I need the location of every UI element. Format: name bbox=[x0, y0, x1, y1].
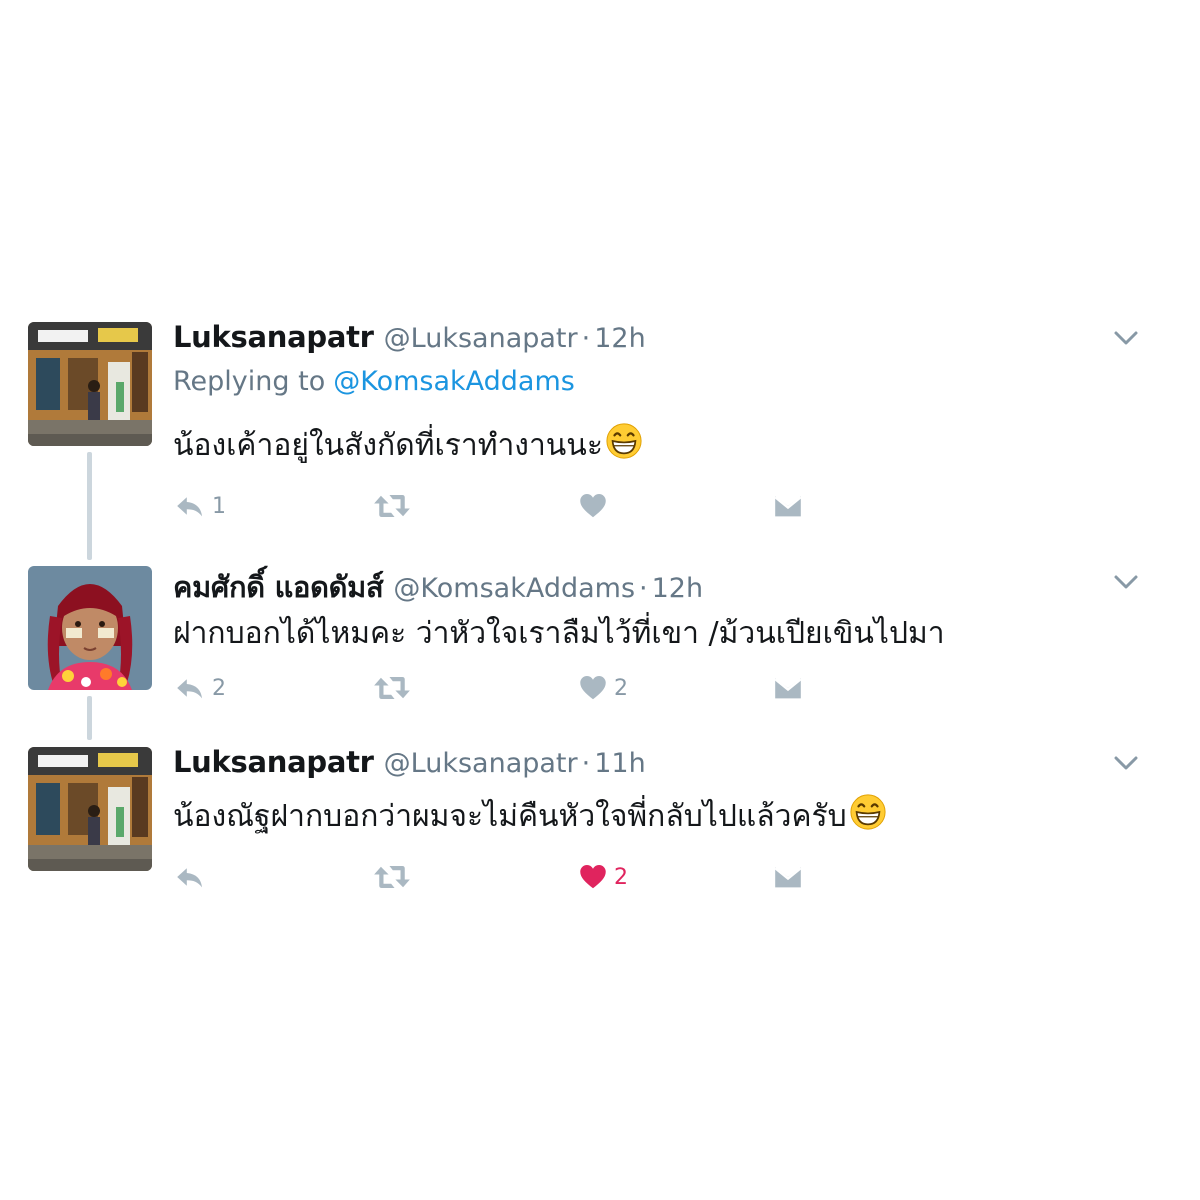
separator: · bbox=[581, 323, 591, 354]
avatar[interactable] bbox=[28, 747, 152, 871]
reply-icon bbox=[174, 490, 206, 522]
display-name[interactable]: Luksanapatr bbox=[173, 745, 374, 779]
reply-count: 1 bbox=[212, 493, 226, 519]
tweet-actions: 1 bbox=[0, 486, 1200, 526]
separator: · bbox=[581, 748, 591, 779]
tweet-text-content: น้องเค้าอยู่ในสังกัดที่เราทำงานนะ bbox=[173, 428, 603, 463]
separator: · bbox=[639, 573, 648, 604]
chevron-down-icon[interactable] bbox=[1112, 324, 1140, 352]
username[interactable]: @Luksanapatr bbox=[384, 748, 578, 779]
direct-message-icon bbox=[772, 672, 804, 704]
reply-button[interactable]: 1 bbox=[174, 486, 226, 526]
like-count: 2 bbox=[614, 864, 628, 890]
tweet-text: น้องเค้าอยู่ในสังกัดที่เราทำงานนะ bbox=[173, 422, 643, 469]
direct-message-button[interactable] bbox=[772, 668, 804, 708]
replying-to-label: Replying to bbox=[173, 366, 326, 397]
reply-icon bbox=[174, 672, 206, 704]
avatar-storefront-image bbox=[28, 322, 152, 446]
timestamp[interactable]: 11h bbox=[594, 748, 645, 779]
direct-message-icon bbox=[772, 490, 804, 522]
tweet-text-content: ฝากบอกได้ไหมคะ ว่าหัวใจเราลืมไว้ที่เขา /… bbox=[173, 616, 945, 651]
tweet-text: น้องณัฐฝากบอกว่าผมจะไม่คืนหัวใจพี่กลับไป… bbox=[173, 793, 887, 840]
conversation-thread: Luksanapatr @Luksanapatr · 12h Replying … bbox=[0, 0, 1200, 1200]
grinning-face-icon bbox=[849, 793, 887, 831]
tweet-actions: 2 bbox=[0, 857, 1200, 897]
tweet-header: Luksanapatr @Luksanapatr · 12h bbox=[173, 320, 646, 356]
like-count: 2 bbox=[614, 675, 628, 701]
like-button[interactable]: 2 bbox=[578, 668, 628, 708]
retweet-icon bbox=[372, 860, 412, 894]
display-name[interactable]: Luksanapatr bbox=[173, 320, 374, 354]
reply-button[interactable] bbox=[174, 857, 212, 897]
tweet-text-content: น้องณัฐฝากบอกว่าผมจะไม่คืนหัวใจพี่กลับไป… bbox=[173, 799, 847, 834]
reply-count: 2 bbox=[212, 675, 226, 701]
chevron-down-icon[interactable] bbox=[1112, 568, 1140, 596]
avatar-storefront-image bbox=[28, 747, 152, 871]
heart-icon bbox=[578, 673, 608, 703]
reply-button[interactable]: 2 bbox=[174, 668, 226, 708]
heart-icon bbox=[578, 491, 608, 521]
direct-message-button[interactable] bbox=[772, 486, 804, 526]
tweet-header: Luksanapatr @Luksanapatr · 11h bbox=[173, 745, 646, 781]
retweet-icon bbox=[372, 489, 412, 523]
tweet-header: คมศักดิ์ แอดดัมส์ @KomsakAddams · 12h bbox=[173, 564, 703, 604]
retweet-icon bbox=[372, 671, 412, 705]
direct-message-icon bbox=[772, 861, 804, 893]
like-button-active[interactable]: 2 bbox=[578, 857, 628, 897]
heart-icon bbox=[578, 862, 608, 892]
username[interactable]: @KomsakAddams bbox=[393, 573, 635, 604]
retweet-button[interactable] bbox=[372, 857, 418, 897]
like-button[interactable] bbox=[578, 486, 614, 526]
direct-message-button[interactable] bbox=[772, 857, 804, 897]
chevron-down-icon[interactable] bbox=[1112, 749, 1140, 777]
timestamp[interactable]: 12h bbox=[652, 573, 703, 604]
mention-link[interactable]: @KomsakAddams bbox=[333, 366, 575, 397]
avatar[interactable] bbox=[28, 322, 152, 446]
timestamp[interactable]: 12h bbox=[594, 323, 645, 354]
replying-to: Replying to @KomsakAddams bbox=[173, 366, 575, 397]
reply-icon bbox=[174, 861, 206, 893]
tweet-text: ฝากบอกได้ไหมคะ ว่าหัวใจเราลืมไว้ที่เขา /… bbox=[173, 610, 945, 657]
retweet-button[interactable] bbox=[372, 668, 418, 708]
retweet-button[interactable] bbox=[372, 486, 418, 526]
tweet-actions: 2 2 bbox=[0, 668, 1200, 708]
display-name[interactable]: คมศักดิ์ แอดดัมส์ bbox=[173, 564, 384, 610]
username[interactable]: @Luksanapatr bbox=[384, 323, 578, 354]
grinning-face-icon bbox=[605, 422, 643, 460]
